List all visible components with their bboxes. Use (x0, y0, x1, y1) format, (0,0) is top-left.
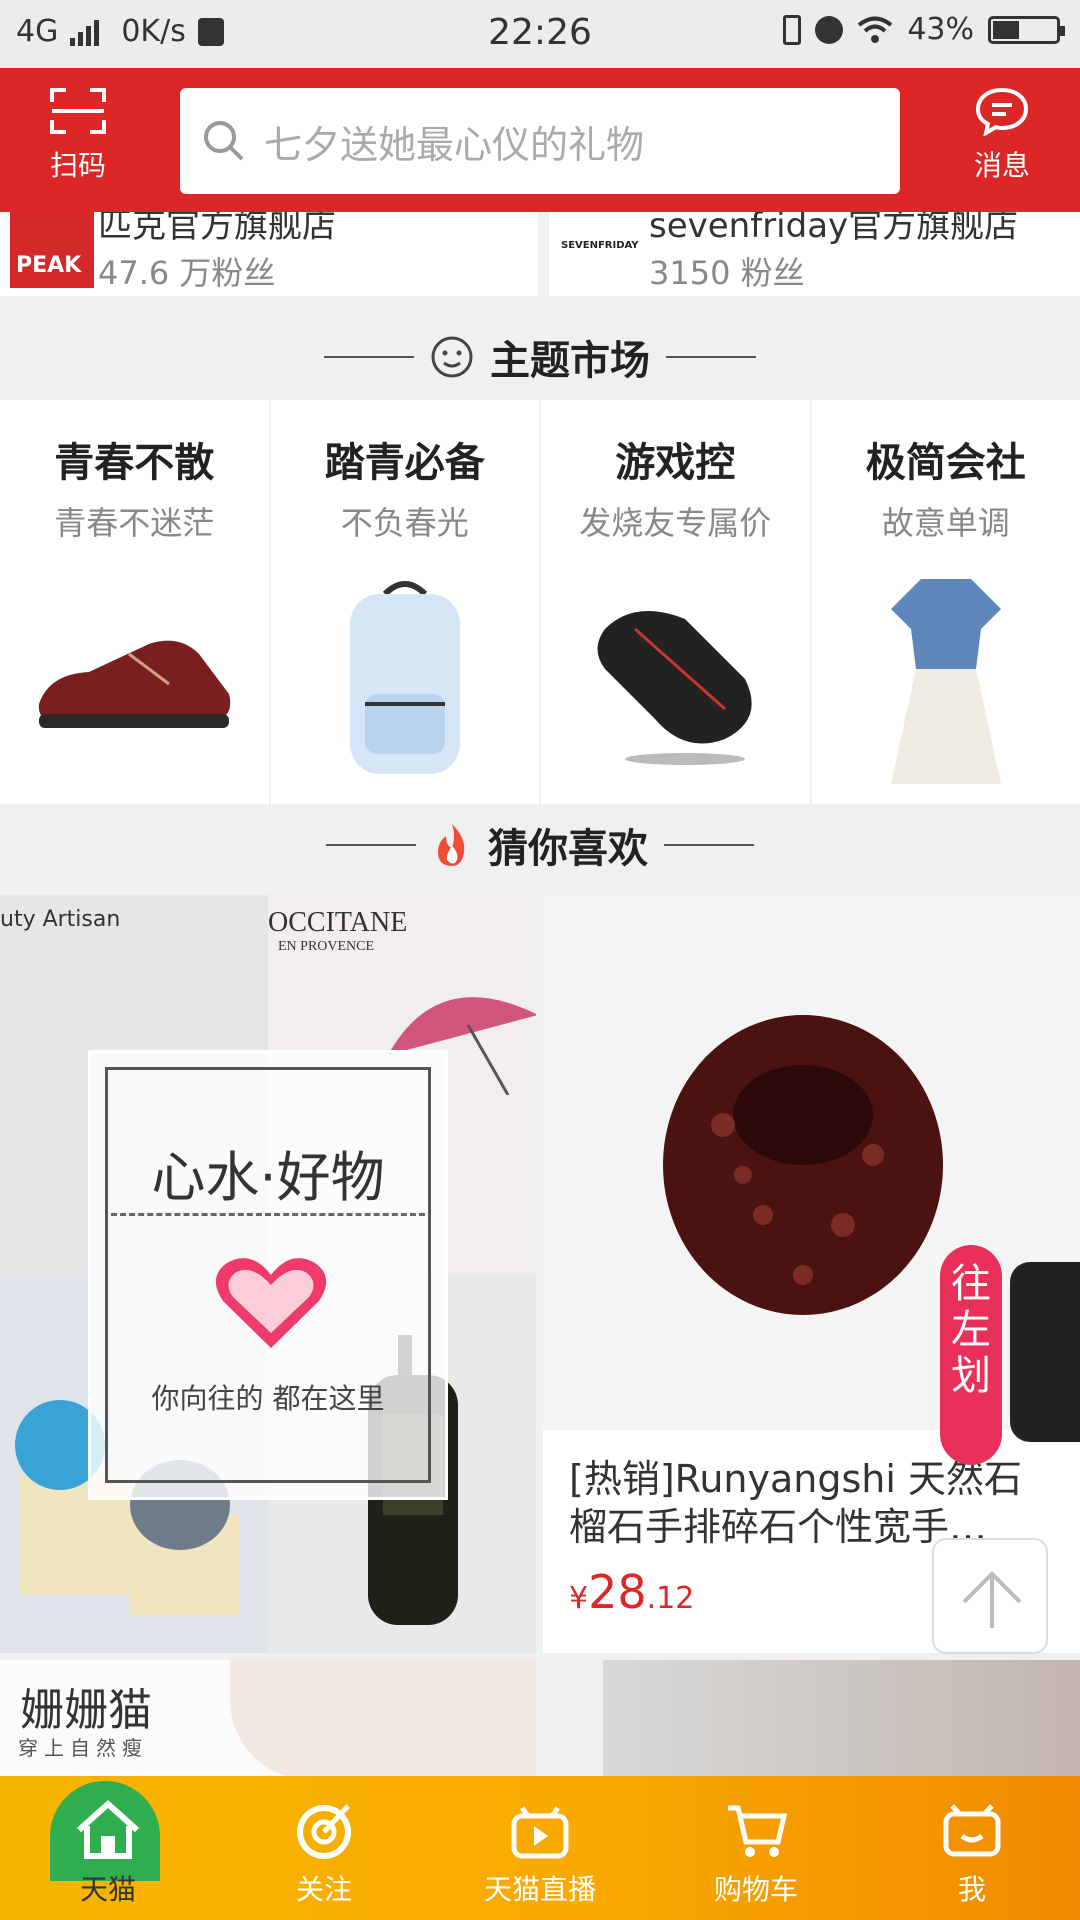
theme-title: 踏青必备 (324, 440, 485, 486)
live-icon (511, 1806, 569, 1859)
search-placeholder: 七夕送她最心仪的礼物 (264, 122, 645, 167)
promo-title: 心水·好物 (151, 1146, 385, 1209)
home-icon (76, 1799, 140, 1859)
occitane-brand: OCCITANE (268, 907, 408, 938)
product-image (603, 1660, 1080, 1780)
cart-icon (728, 1805, 788, 1857)
battery-percent: 43% (907, 12, 974, 47)
flame-icon (438, 824, 465, 866)
top-header: 扫码 七夕送她最心仪的礼物 消息 (0, 68, 1080, 212)
product-title: [热销]Runyangshi 天然石榴石手排碎石个性宽手… (569, 1457, 1023, 1549)
vibrate-icon (783, 14, 802, 45)
tab-follow[interactable]: 关注 (216, 1776, 432, 1920)
section-title: 猜你喜欢 (488, 826, 648, 872)
tab-tmall[interactable]: 天猫 (0, 1776, 216, 1920)
arrow-up-icon (962, 1571, 1022, 1628)
brand-sub: 穿上自然瘦 (18, 1736, 148, 1760)
product-price: ¥28.12 (569, 1565, 694, 1619)
promo-card[interactable]: uty Artisan OCCITANE EN PROVENCE 心水·好物 你… (0, 895, 536, 1653)
theme-title: 青春不散 (54, 440, 215, 486)
tab-label: 关注 (295, 1873, 352, 1906)
theme-market-heading: 主题市场 (0, 312, 1080, 402)
swipe-left-hint[interactable]: 往左划 (940, 1245, 1002, 1465)
message-label: 消息 (973, 149, 1030, 182)
promo-frame: 心水·好物 你向往的 都在这里 (88, 1050, 448, 1500)
theme-title: 极简会社 (865, 440, 1026, 486)
search-input[interactable]: 七夕送她最心仪的礼物 (180, 88, 900, 194)
store-name: 匹克官方旗舰店 (98, 212, 336, 246)
profile-icon (943, 1804, 1001, 1857)
store-name: sevenfriday官方旗舰店 (649, 212, 1019, 246)
divider (326, 844, 416, 846)
section-title: 主题市场 (490, 338, 650, 384)
cat-mascot-tab[interactable] (1010, 1262, 1080, 1442)
mouse-image (541, 564, 810, 794)
tab-cart[interactable]: 购物车 (648, 1776, 864, 1920)
price-currency: ¥ (569, 1581, 589, 1616)
theme-subtitle: 青春不迷茫 (54, 504, 215, 542)
scan-button[interactable]: 扫码 (28, 86, 128, 184)
theme-card-youth[interactable]: 青春不散 青春不迷茫 (0, 400, 269, 804)
tab-me[interactable]: 我 (864, 1776, 1080, 1920)
occitane-sub: EN PROVENCE (278, 939, 375, 954)
smile-icon (431, 336, 473, 378)
scroll-top-button[interactable] (932, 1538, 1048, 1654)
theme-card-outing[interactable]: 踏青必备 不负春光 (270, 400, 540, 804)
price-integer: 28 (588, 1565, 647, 1619)
theme-card-minimal[interactable]: 极简会社 故意单调 (811, 400, 1080, 804)
sevenfriday-logo-text: SEVENFRIDAY (561, 240, 639, 251)
theme-card-gaming[interactable]: 游戏控 发烧友专属价 (541, 400, 810, 804)
tab-label: 天猫直播 (483, 1873, 596, 1906)
search-icon (204, 121, 244, 161)
theme-subtitle: 不负春光 (340, 504, 469, 542)
promo-divider (111, 1213, 425, 1216)
tab-label: 天猫 (79, 1873, 136, 1906)
price-decimal: .12 (646, 1581, 695, 1616)
store-card-peak[interactable]: PEAK 匹克官方旗舰店 47.6 万粉丝 (0, 212, 538, 296)
status-bar: 4G 0K/s 22:26 43% (0, 0, 1080, 68)
promo-subtitle: 你向往的 都在这里 (151, 1382, 385, 1415)
shoe-image (0, 564, 269, 794)
dress-image (812, 564, 1080, 794)
store-fans: 3150 粉丝 (649, 254, 805, 292)
swipe-hint-text: 往左划 (951, 1261, 991, 1399)
feed-card[interactable] (543, 1660, 1080, 1780)
promo-brand-text: uty Artisan (0, 907, 121, 932)
tab-label: 购物车 (713, 1873, 798, 1906)
sevenfriday-logo: SEVENFRIDAY (559, 212, 649, 288)
peak-logo-text: PEAK (16, 253, 82, 278)
store-card-sevenfriday[interactable]: SEVENFRIDAY sevenfriday官方旗舰店 3150 粉丝 (549, 212, 1080, 296)
battery-icon (988, 15, 1065, 44)
alarm-icon (815, 15, 844, 44)
followed-stores: PEAK 匹克官方旗舰店 47.6 万粉丝 SEVENFRIDAY sevenf… (0, 212, 1080, 296)
wifi-icon (858, 16, 893, 43)
theme-grid: 青春不散 青春不迷茫 踏青必备 不负春光 游戏控 发烧友专属价 极简会社 故意单… (0, 400, 1080, 804)
divider (664, 844, 754, 846)
theme-subtitle: 故意单调 (881, 504, 1010, 542)
message-button[interactable]: 消息 (952, 86, 1052, 184)
theme-subtitle: 发烧友专属价 (579, 504, 772, 542)
bottom-tab-bar: 天猫 关注 天猫直播 购物车 我 (0, 1776, 1080, 1920)
theme-title: 游戏控 (615, 440, 736, 486)
divider (666, 356, 756, 358)
scan-label: 扫码 (49, 149, 106, 182)
feed-card[interactable]: 姗姗猫 穿上自然瘦 (0, 1660, 536, 1780)
heart-icon (215, 1258, 327, 1348)
tab-label: 我 (957, 1873, 986, 1906)
follow-icon (297, 1804, 351, 1859)
store-fans: 47.6 万粉丝 (98, 254, 276, 292)
divider (324, 356, 414, 358)
peak-logo: PEAK (10, 212, 94, 288)
backpack-image (271, 564, 540, 794)
message-icon (975, 87, 1029, 136)
brand-text: 姗姗猫 (20, 1685, 152, 1736)
tab-live[interactable]: 天猫直播 (432, 1776, 648, 1920)
guess-you-like-heading: 猜你喜欢 (0, 800, 1080, 890)
scan-icon (50, 88, 106, 134)
product-image (230, 1660, 536, 1780)
